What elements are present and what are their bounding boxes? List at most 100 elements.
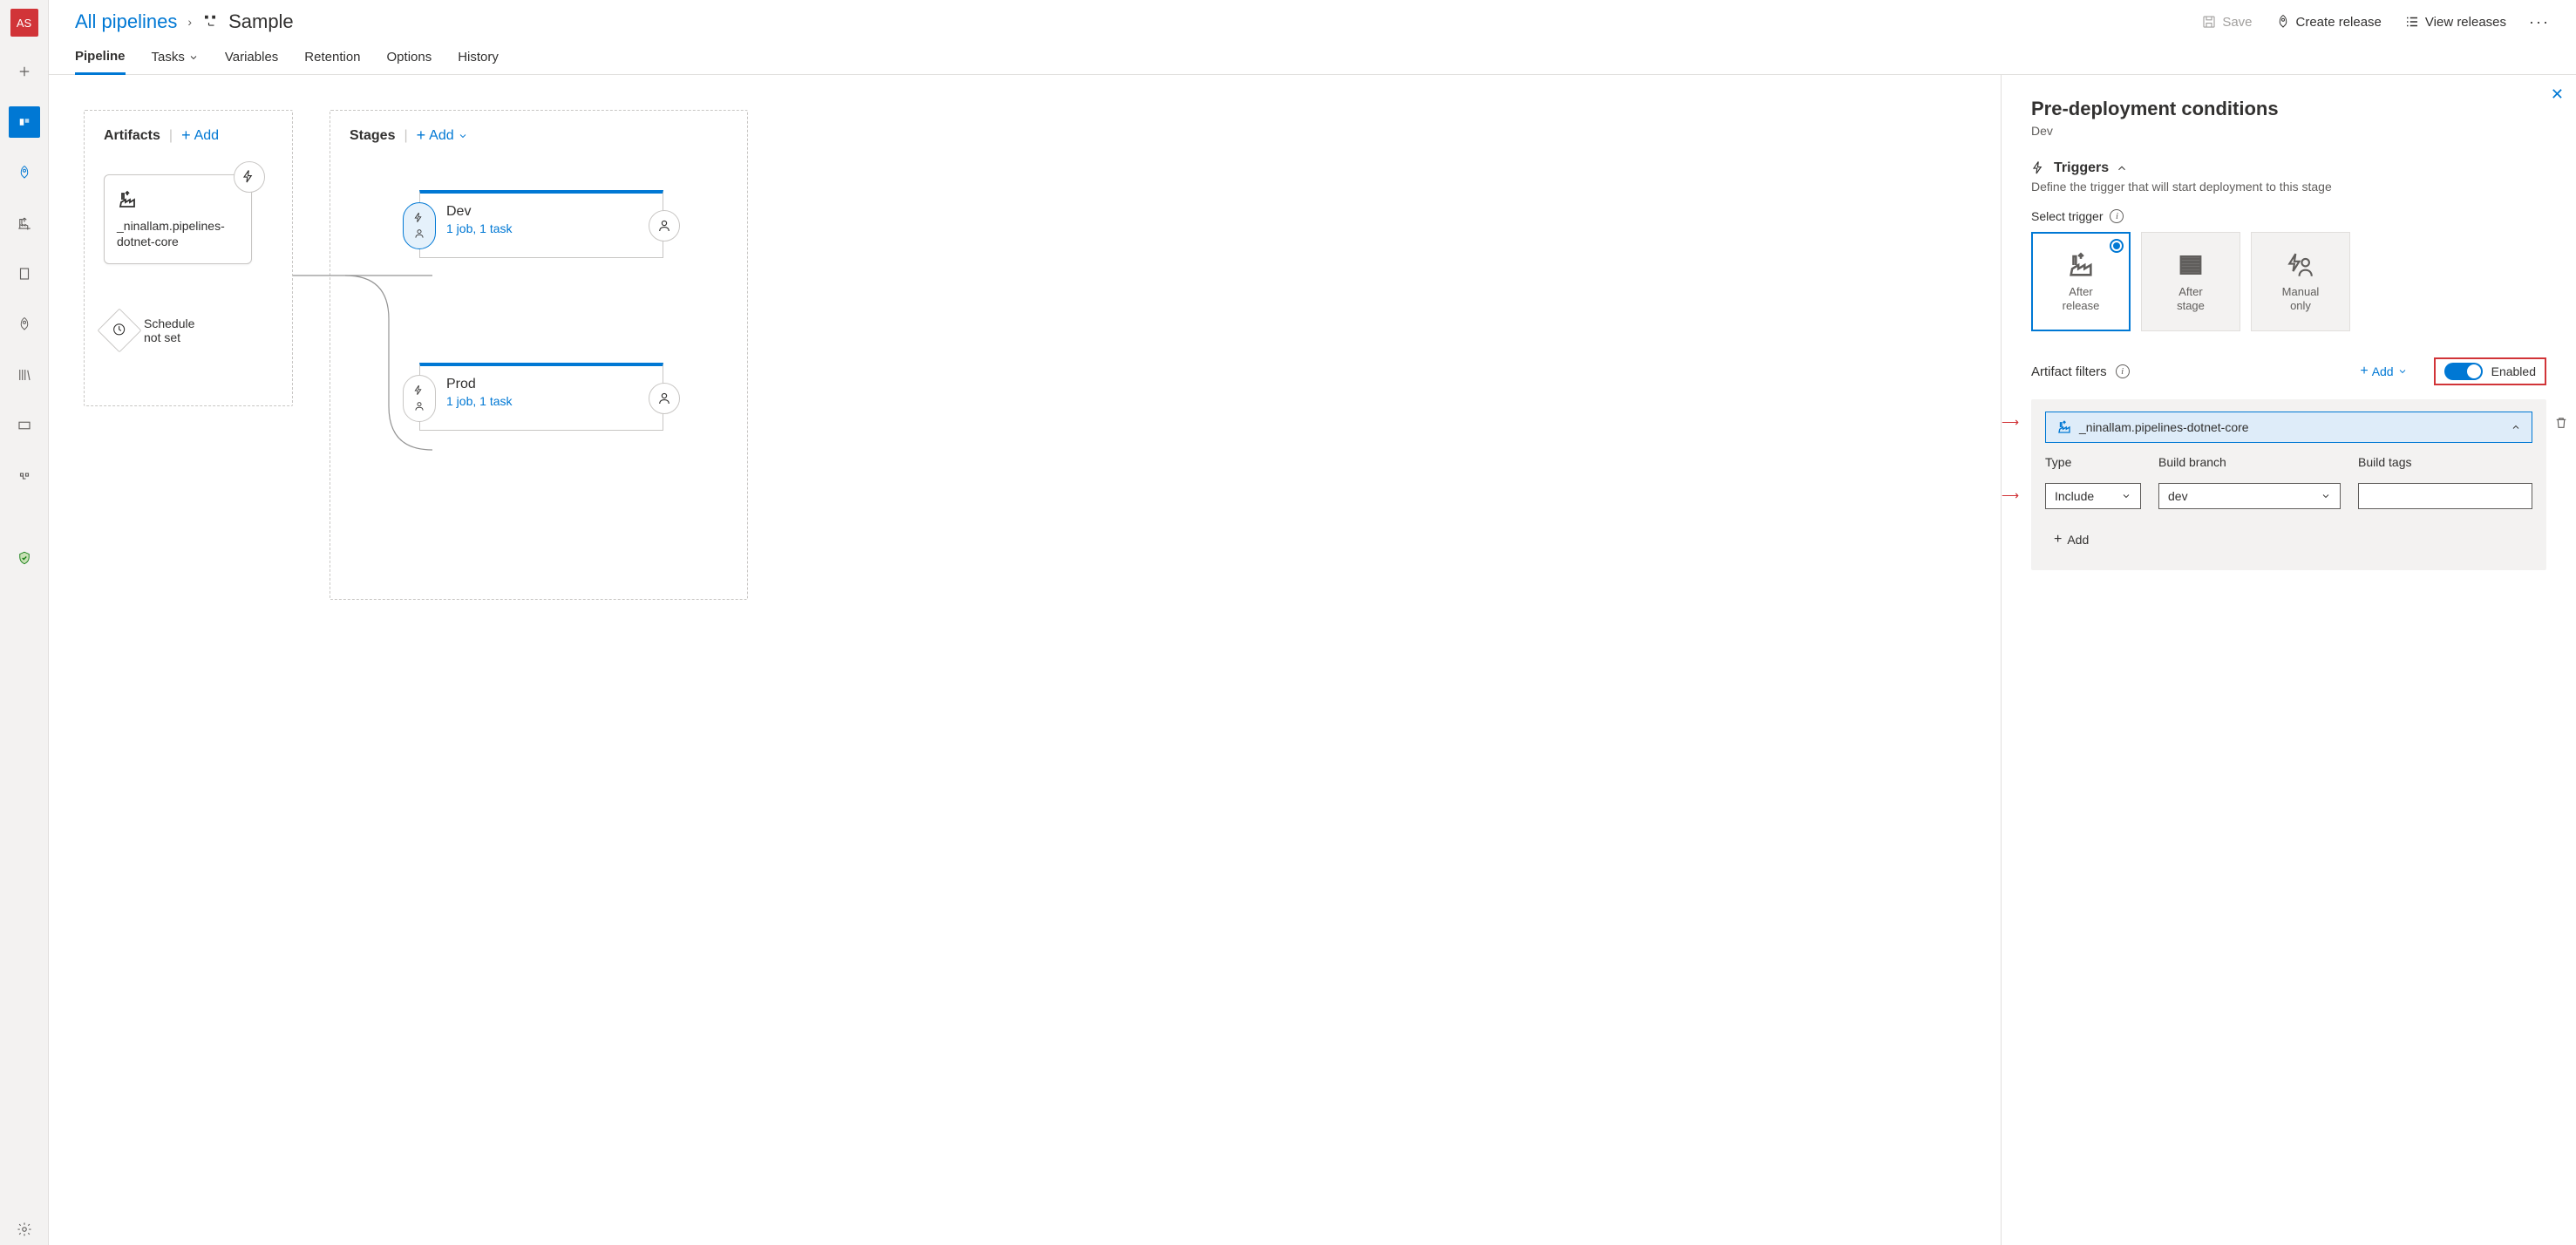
trash-icon	[2553, 415, 2569, 431]
avatar[interactable]: AS	[10, 9, 38, 37]
nav-rocket-icon[interactable]	[9, 309, 40, 340]
artifact-trigger-badge[interactable]	[234, 161, 265, 193]
tab-retention[interactable]: Retention	[304, 40, 360, 74]
tab-options[interactable]: Options	[387, 40, 432, 74]
nav-shield-icon[interactable]	[9, 542, 40, 574]
enabled-label: Enabled	[2491, 364, 2536, 378]
artifact-name: _ninallam.pipelines-dotnet-core	[117, 218, 239, 249]
breadcrumb-root[interactable]: All pipelines	[75, 10, 177, 33]
col-type-label: Type	[2045, 455, 2141, 469]
save-button[interactable]: Save	[2201, 14, 2252, 30]
nav-task-icon[interactable]	[9, 410, 40, 441]
filter-artifact-row[interactable]: _ninallam.pipelines-dotnet-core	[2045, 412, 2532, 443]
stage-card-prod[interactable]: Prod 1 job, 1 task	[419, 363, 663, 431]
stages-section: Stages | +Add Dev 1 job, 1 task	[330, 110, 748, 600]
settings-icon[interactable]	[9, 1214, 40, 1245]
chevron-up-icon	[2116, 162, 2128, 174]
panel-stage-name: Dev	[2031, 124, 2546, 138]
tab-variables[interactable]: Variables	[225, 40, 278, 74]
stage-meta[interactable]: 1 job, 1 task	[446, 221, 513, 235]
add-stage-button[interactable]: +Add	[417, 126, 468, 145]
stack-icon	[2176, 250, 2206, 280]
trigger-manual-only[interactable]: Manualonly	[2251, 232, 2350, 331]
enabled-toggle[interactable]	[2444, 363, 2483, 380]
view-releases-button[interactable]: View releases	[2404, 14, 2506, 30]
person-icon	[413, 400, 425, 412]
stage-name: Dev	[446, 204, 513, 220]
chevron-down-icon	[2121, 491, 2131, 501]
trigger-options: Afterrelease Afterstage Manualonly	[2031, 232, 2546, 331]
pipeline-canvas: Artifacts | +Add _ninallam.pipelines-dot…	[49, 75, 2001, 1245]
factory-icon	[2066, 250, 2096, 280]
breadcrumb: All pipelines › Sample	[75, 10, 294, 33]
tab-tasks[interactable]: Tasks	[152, 40, 199, 74]
arrow-indicator: ⟶	[2002, 415, 2019, 430]
bolt-icon	[413, 384, 425, 397]
bolt-icon	[241, 169, 257, 185]
filter-block: ⟶ _ninallam.pipelines-dotnet-core Type B…	[2031, 399, 2546, 570]
chevron-down-icon	[188, 52, 199, 63]
bolt-gear-icon	[2031, 160, 2047, 176]
triggers-section-header[interactable]: Triggers	[2031, 160, 2546, 176]
header-actions: Save Create release View releases ···	[2201, 13, 2550, 31]
post-deployment-badge-dev[interactable]	[649, 210, 680, 242]
trigger-after-stage[interactable]: Afterstage	[2141, 232, 2240, 331]
pipelines-icon[interactable]	[9, 157, 40, 188]
branch-select[interactable]: dev	[2158, 483, 2341, 509]
rocket-icon	[2275, 14, 2291, 30]
enabled-toggle-highlight: Enabled	[2434, 357, 2546, 385]
tab-pipeline[interactable]: Pipeline	[75, 40, 126, 75]
new-icon[interactable]	[9, 56, 40, 87]
factory-icon	[2056, 419, 2072, 435]
post-deployment-badge-prod[interactable]	[649, 383, 680, 414]
delete-filter-button[interactable]	[2553, 415, 2569, 433]
side-panel: ✕ Pre-deployment conditions Dev Triggers…	[2001, 75, 2576, 1245]
add-filter-button[interactable]: +Add	[2360, 364, 2407, 379]
more-menu[interactable]: ···	[2529, 13, 2550, 31]
bolt-icon	[413, 212, 425, 224]
info-icon[interactable]: i	[2110, 209, 2124, 223]
artifacts-section: Artifacts | +Add _ninallam.pipelines-dot…	[84, 110, 293, 406]
trigger-after-release[interactable]: Afterrelease	[2031, 232, 2131, 331]
type-select[interactable]: Include	[2045, 483, 2141, 509]
col-branch-label: Build branch	[2158, 455, 2341, 469]
person-icon	[413, 228, 425, 240]
col-tags-label: Build tags	[2358, 455, 2532, 469]
close-button[interactable]: ✕	[2551, 85, 2564, 104]
stages-title: Stages	[350, 128, 395, 144]
factory-icon	[117, 189, 138, 210]
pipeline-icon	[202, 12, 218, 32]
add-filter-row-button[interactable]: +Add	[2045, 527, 2097, 553]
artifact-filters-label: Artifact filters	[2031, 364, 2107, 379]
nav-library-icon[interactable]	[9, 359, 40, 391]
create-release-button[interactable]: Create release	[2275, 14, 2382, 30]
left-rail: AS	[0, 0, 49, 1245]
tab-history[interactable]: History	[458, 40, 499, 74]
person-icon	[656, 391, 672, 406]
stage-card-dev[interactable]: Dev 1 job, 1 task	[419, 190, 663, 258]
artifacts-title: Artifacts	[104, 128, 160, 144]
boards-icon[interactable]	[9, 106, 40, 138]
pipeline-name: Sample	[228, 10, 294, 33]
nav-server-icon[interactable]	[9, 258, 40, 289]
add-artifact-button[interactable]: +Add	[181, 126, 219, 145]
person-icon	[656, 218, 672, 234]
chevron-down-icon	[458, 131, 468, 141]
nav-deploy-icon[interactable]	[9, 460, 40, 492]
chevron-right-icon: ›	[187, 15, 192, 29]
save-icon	[2201, 14, 2217, 30]
bolt-person-icon	[2286, 250, 2315, 280]
clock-icon	[98, 309, 142, 353]
header: All pipelines › Sample Save Create relea…	[49, 0, 2576, 40]
schedule-row[interactable]: Schedule not set	[104, 315, 273, 346]
pre-deployment-badge-prod[interactable]	[403, 375, 436, 422]
panel-title: Pre-deployment conditions	[2031, 98, 2546, 120]
pre-deployment-badge-dev[interactable]	[403, 202, 436, 249]
tags-input[interactable]	[2358, 483, 2532, 509]
stage-meta[interactable]: 1 job, 1 task	[446, 394, 513, 408]
info-icon[interactable]: i	[2116, 364, 2130, 378]
artifact-card[interactable]: _ninallam.pipelines-dotnet-core	[104, 174, 252, 264]
select-trigger-label: Select trigger	[2031, 209, 2103, 223]
chevron-down-icon	[2397, 366, 2408, 377]
nav-factory-icon[interactable]	[9, 208, 40, 239]
